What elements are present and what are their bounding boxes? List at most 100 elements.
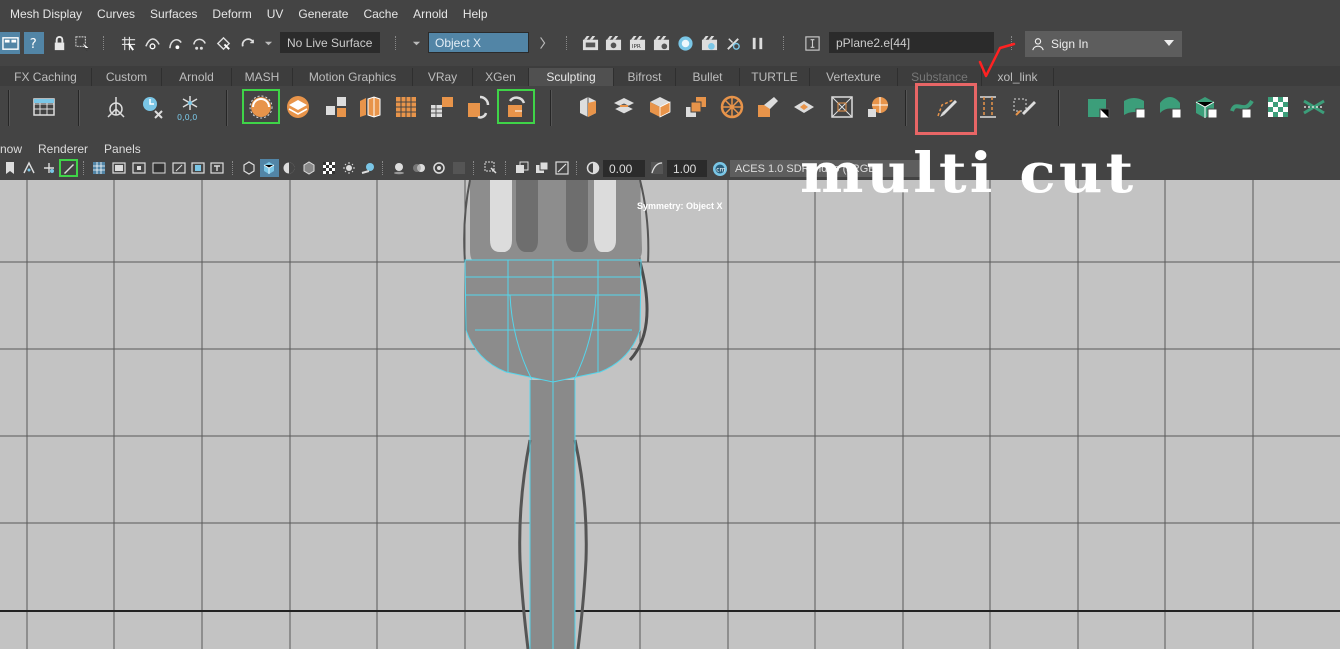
isolate-select-icon[interactable]	[484, 161, 498, 175]
grid-toggle-icon[interactable]	[92, 161, 106, 175]
retopo-icon[interactable]	[572, 91, 604, 123]
checker-icon[interactable]	[1262, 91, 1294, 123]
locator-icon[interactable]	[100, 91, 132, 123]
remesh-icon[interactable]	[500, 91, 532, 123]
menu-curves[interactable]: Curves	[97, 7, 135, 21]
help-line-icon[interactable]: ?	[24, 32, 44, 54]
wedge-icon[interactable]	[716, 91, 748, 123]
particle-emitter-icon[interactable]: 0,0,0	[174, 91, 206, 123]
depth-of-field-icon[interactable]	[452, 161, 466, 175]
wireframe-on-shaded-icon[interactable]	[302, 161, 316, 175]
extract-icon[interactable]	[354, 91, 386, 123]
image-plane-icon[interactable]	[42, 161, 56, 175]
pause-viewport-icon[interactable]	[747, 32, 767, 54]
wireframe-mode-icon[interactable]	[242, 161, 256, 175]
mirror-icon[interactable]	[426, 91, 458, 123]
camera-attr-icon[interactable]	[22, 161, 36, 175]
snap-live-icon[interactable]	[213, 32, 233, 54]
snap-curve-icon[interactable]	[142, 32, 162, 54]
bevel-icon[interactable]	[608, 91, 640, 123]
chevron-down-icon[interactable]	[263, 32, 273, 54]
xray-icon[interactable]	[322, 161, 336, 175]
menu-cache[interactable]: Cache	[363, 7, 398, 21]
gamma-icon[interactable]	[650, 161, 664, 175]
live-surface-field[interactable]: No Live Surface	[280, 32, 380, 53]
gate-mask-icon[interactable]	[152, 161, 166, 175]
menu-set-icon[interactable]	[0, 32, 20, 54]
timer-cache-icon[interactable]	[136, 91, 168, 123]
bookmark-icon[interactable]	[3, 161, 17, 175]
grease-pencil-icon[interactable]	[62, 161, 76, 175]
tab-xgen[interactable]: XGen	[473, 68, 529, 86]
film-gate-icon[interactable]	[112, 161, 126, 175]
resolution-gate-icon[interactable]	[132, 161, 146, 175]
menu-mesh-display[interactable]: Mesh Display	[10, 7, 82, 21]
ambient-occlusion-icon[interactable]	[392, 161, 406, 175]
input-line-icon[interactable]	[802, 32, 822, 54]
snap-magnet-icon[interactable]	[237, 32, 257, 54]
wireframe-icon[interactable]	[826, 91, 858, 123]
render-setup-icon[interactable]	[699, 32, 719, 54]
tab-sculpting[interactable]: Sculpting	[529, 68, 614, 86]
menu-panels[interactable]: Panels	[104, 142, 141, 156]
tab-vertexture[interactable]: Vertexture	[810, 68, 898, 86]
sign-in-button[interactable]: Sign In	[1025, 31, 1182, 57]
render-settings-icon[interactable]	[651, 32, 671, 54]
menu-surfaces[interactable]: Surfaces	[150, 7, 197, 21]
motion-blur-icon[interactable]	[412, 161, 426, 175]
smooth-shade-icon[interactable]	[262, 161, 276, 175]
cylinder-uv-icon[interactable]	[1118, 91, 1150, 123]
exposure-field[interactable]: 0.00	[603, 160, 645, 177]
exposure-icon[interactable]	[586, 161, 600, 175]
boolean-icon[interactable]	[462, 91, 494, 123]
menu-show[interactable]: now	[0, 142, 22, 156]
bevel-edge-icon[interactable]	[788, 91, 820, 123]
shelf-editor-icon[interactable]	[28, 91, 60, 123]
extrude-icon[interactable]	[680, 91, 712, 123]
soft-select-sphere-icon[interactable]	[245, 91, 277, 123]
plane-uv-icon[interactable]	[1082, 91, 1114, 123]
hypershade-icon[interactable]	[675, 32, 695, 54]
target-weld-icon[interactable]	[1008, 91, 1040, 123]
snap-grid-icon[interactable]	[118, 32, 138, 54]
separate-icon[interactable]	[320, 91, 352, 123]
gamma-field[interactable]: 1.00	[667, 160, 707, 177]
ipr-render-icon[interactable]: IPR	[627, 32, 647, 54]
light-editor-icon[interactable]	[723, 32, 743, 54]
tab-arnold[interactable]: Arnold	[162, 68, 232, 86]
uv-editor-icon[interactable]	[1226, 91, 1258, 123]
default-material-icon[interactable]	[282, 161, 296, 175]
select-highlight-icon[interactable]	[72, 32, 92, 54]
shadows-icon[interactable]	[361, 161, 375, 175]
fill-hole-icon[interactable]	[862, 91, 894, 123]
cut-uv-icon[interactable]	[1298, 91, 1330, 123]
menu-arnold[interactable]: Arnold	[413, 7, 448, 21]
combine-icon[interactable]	[282, 91, 314, 123]
backface-icon[interactable]	[555, 161, 569, 175]
poke-icon[interactable]	[752, 91, 784, 123]
anti-alias-icon[interactable]	[432, 161, 446, 175]
lighting-icon[interactable]	[342, 161, 356, 175]
tab-fx-caching[interactable]: FX Caching	[0, 68, 92, 86]
safe-action-icon[interactable]	[191, 161, 205, 175]
menu-renderer[interactable]: Renderer	[38, 142, 88, 156]
menu-help[interactable]: Help	[463, 7, 488, 21]
symmetry-dropdown[interactable]: Object X	[428, 32, 529, 53]
lock-icon[interactable]	[49, 32, 69, 54]
menu-uv[interactable]: UV	[267, 7, 284, 21]
snap-view-plane-icon[interactable]	[189, 32, 209, 54]
safe-title-icon[interactable]	[210, 161, 224, 175]
tab-vray[interactable]: VRay	[413, 68, 473, 86]
viewport[interactable]	[0, 180, 1340, 649]
tab-bifrost[interactable]: Bifrost	[614, 68, 676, 86]
menu-deform[interactable]: Deform	[212, 7, 251, 21]
tab-custom[interactable]: Custom	[92, 68, 162, 86]
tab-motion-graphics[interactable]: Motion Graphics	[293, 68, 413, 86]
color-management-icon[interactable]: cm	[712, 161, 728, 177]
render-view-icon[interactable]	[603, 32, 623, 54]
xray-active-icon[interactable]	[535, 161, 549, 175]
xray-joints-icon[interactable]	[515, 161, 529, 175]
auto-uv-icon[interactable]	[1190, 91, 1222, 123]
tab-bullet[interactable]: Bullet	[676, 68, 740, 86]
render-frame-icon[interactable]	[580, 32, 600, 54]
